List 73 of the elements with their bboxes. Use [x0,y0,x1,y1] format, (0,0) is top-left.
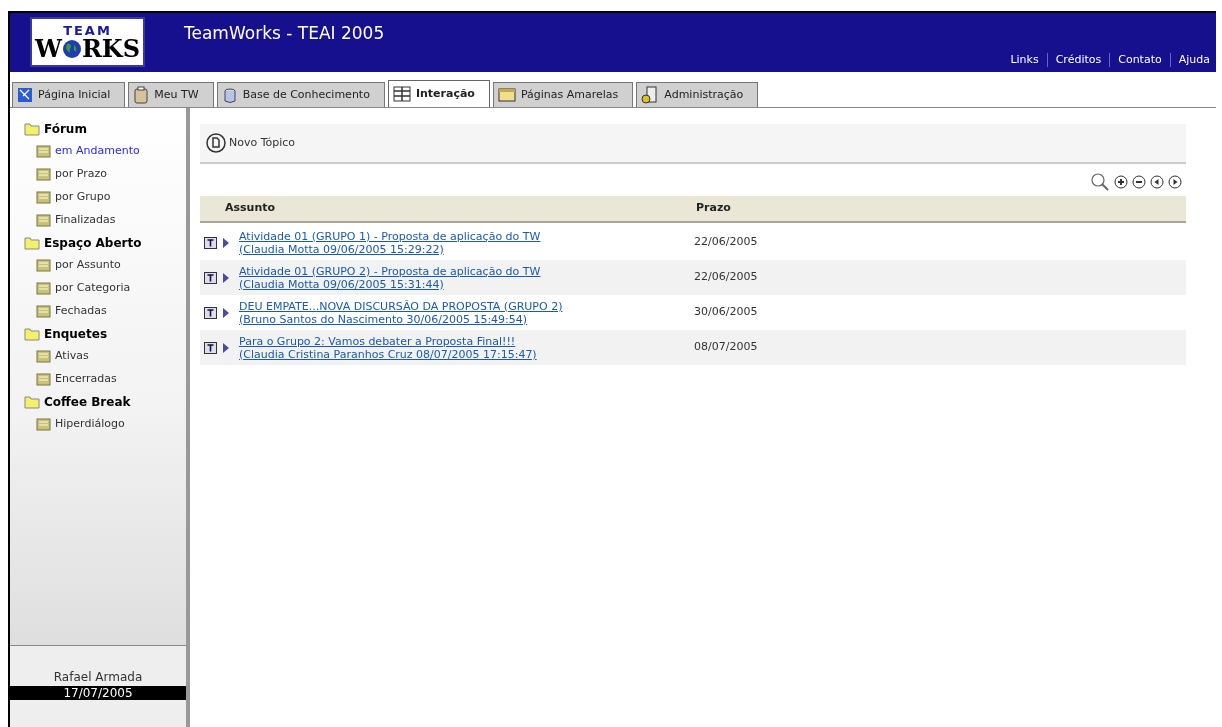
nav-tab[interactable]: Interação [387,80,490,107]
logo-text: W [34,36,62,61]
nav-tab[interactable]: Administração [636,82,759,107]
sidebar-item[interactable]: por Grupo [36,186,186,209]
header-link[interactable]: Ajuda [1178,51,1210,68]
sidebar-group[interactable]: Fórum [24,118,186,140]
header-link[interactable]: Contato [1118,51,1162,68]
list-icon [36,350,51,363]
list-icon [36,305,51,318]
topic-icon [204,271,217,284]
new-page-icon [206,133,226,153]
page-title: TeamWorks - TEAI 2005 [184,22,385,45]
expand-arrow-icon[interactable] [223,272,229,283]
zoom-in-icon[interactable] [1114,175,1128,189]
topic-icon [204,236,217,249]
deadline-cell: 22/06/2005 [694,269,758,286]
clipboard-icon [133,86,150,104]
list-icon [36,373,51,386]
list-icon [36,259,51,272]
grid-icon [392,86,411,102]
list-icon [36,145,51,158]
sidebar-item[interactable]: Encerradas [36,368,186,391]
folder-icon [24,236,40,250]
deadline-cell: 08/07/2005 [694,339,758,356]
sidebar-group[interactable]: Coffee Break [24,391,186,413]
sidebar-group[interactable]: Enquetes [24,323,186,345]
sidebar-item[interactable]: por Categoria [36,277,186,300]
folder-icon [24,122,40,136]
expand-arrow-icon[interactable] [223,342,229,353]
topic-link[interactable]: DEU EMPATE...NOVA DISCURSÃO DA PROPOSTA (GRUPO 2) (Bruno Santos do Nascimento 30/06/2005 15:49:54) [239,299,694,326]
list-icon [36,214,51,227]
nav-tab[interactable]: Meu TW [128,82,214,107]
sidebar-item[interactable]: em Andamento [36,140,186,163]
sidebar-item[interactable]: Hiperdiálogo [36,413,186,436]
topic-link[interactable]: Atividade 01 (GRUPO 2) - Proposta de aplicação do TW (Claudia Motta 09/06/2005 15:31:44) [239,264,694,291]
sidebar-item[interactable]: Ativas [36,345,186,368]
user-name: Rafael Armada [53,669,143,686]
logo-text: TEAM [63,23,112,37]
window-icon [497,87,516,103]
expand-arrow-icon[interactable] [223,237,229,248]
topic-icon [204,341,217,354]
zoom-out-icon[interactable] [1132,175,1146,189]
current-date: 17/07/2005 [10,686,186,700]
sidebar-item[interactable]: por Assunto [36,254,186,277]
nav-tab[interactable]: Página Inicial [12,82,126,107]
sidebar-item[interactable]: por Prazo [36,163,186,186]
header-link[interactable]: Links [1010,51,1039,68]
new-topic-button[interactable]: Novo Tópico [206,133,296,153]
cylinder-icon [221,86,238,104]
nav-tab[interactable]: Base de Conhecimento [216,82,385,107]
list-icon [36,191,51,204]
sidebar-item[interactable]: Finalizadas [36,209,186,232]
expand-arrow-icon[interactable] [223,307,229,318]
next-icon[interactable] [1168,175,1182,189]
previous-icon[interactable] [1150,175,1164,189]
column-header: Prazo [696,200,731,217]
folder-icon [24,395,40,409]
topic-link[interactable]: Para o Grupo 2: Vamos debater a Proposta Final!!! (Claudia Cristina Paranhos Cruz 08/07/2005 17:15:47) [239,334,694,361]
deadline-cell: 22/06/2005 [694,234,758,251]
search-icon[interactable] [1090,172,1110,192]
topic-icon [204,306,217,319]
header-link[interactable]: Créditos [1055,51,1102,68]
list-icon [36,418,51,431]
sidebar-item[interactable]: Fechadas [36,300,186,323]
nav-tab[interactable]: Páginas Amarelas [492,82,634,107]
sidebar-group[interactable]: Espaço Aberto [24,232,186,254]
topic-link[interactable]: Atividade 01 (GRUPO 1) - Proposta de aplicação do TW (Claudia Motta 09/06/2005 15:29:22) [239,229,694,256]
logo-text: RKS [81,36,141,61]
folder-icon [24,327,40,341]
list-icon [36,168,51,181]
list-icon [36,282,51,295]
deadline-cell: 30/06/2005 [694,304,758,321]
column-header: Assunto [225,200,277,217]
